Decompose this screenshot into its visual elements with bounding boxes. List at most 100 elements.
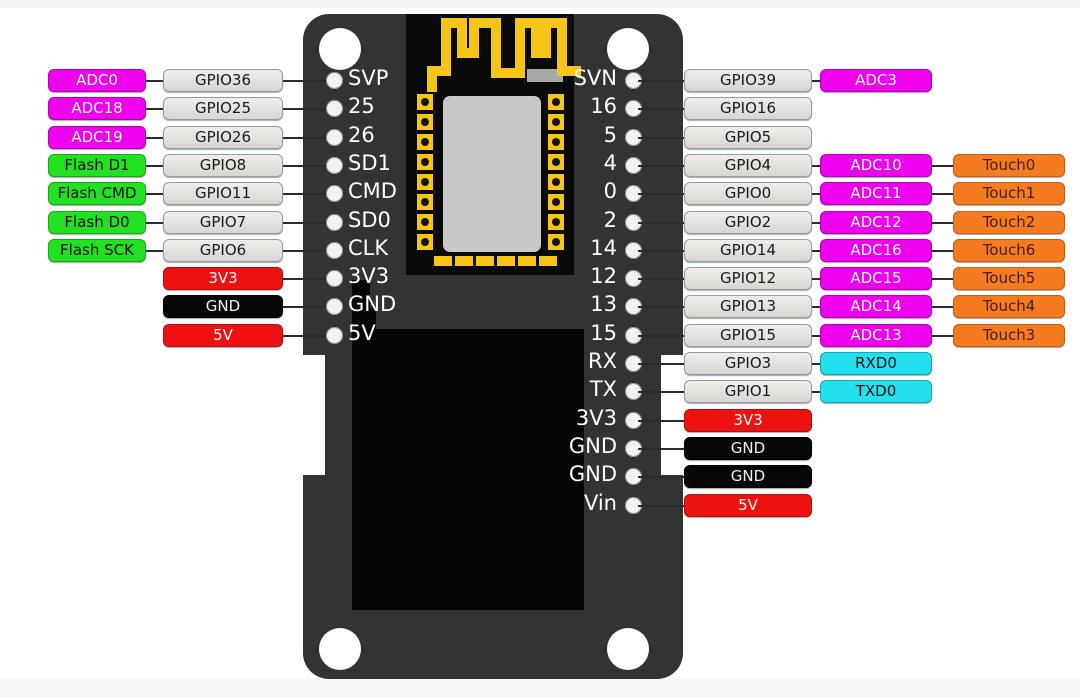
left-function-pill[interactable]: Flash SCK <box>48 239 146 262</box>
wire-pin-to-gpio <box>638 391 684 393</box>
left-function-pill[interactable]: Flash D0 <box>48 211 146 234</box>
right-gpio-pill[interactable]: GPIO12 <box>684 267 812 290</box>
right-touch-pill[interactable]: Touch6 <box>953 239 1065 262</box>
pin-header-dot-left[interactable] <box>326 129 343 146</box>
module-pad <box>417 214 433 230</box>
antenna-segment <box>457 48 479 58</box>
top-border-strip <box>0 0 1080 8</box>
bottom-border-strip <box>0 678 1080 697</box>
wire-func-to-gpio <box>146 222 163 224</box>
left-gpio-pill[interactable]: GPIO6 <box>163 239 283 262</box>
antenna-segment <box>531 18 541 48</box>
left-function-pill[interactable]: ADC0 <box>48 69 146 92</box>
left-function-pill[interactable]: Flash D1 <box>48 154 146 177</box>
right-gpio-pill[interactable]: GND <box>684 437 812 460</box>
pin-header-dot-left[interactable] <box>326 270 343 287</box>
wire-gpio-to-pin <box>283 250 330 252</box>
right-function-pill[interactable]: RXD0 <box>820 352 932 375</box>
right-function-pill[interactable]: ADC10 <box>820 154 932 177</box>
board-pin-label-left: SD1 <box>348 151 391 175</box>
left-gpio-pill[interactable]: GND <box>163 295 283 318</box>
antenna-segment <box>531 48 551 58</box>
right-gpio-pill[interactable]: GPIO39 <box>684 69 812 92</box>
mounting-hole-top-left <box>319 28 361 70</box>
right-function-pill[interactable]: ADC12 <box>820 211 932 234</box>
wire-func-to-touch <box>932 306 953 308</box>
board-pin-label-left: 3V3 <box>348 264 390 288</box>
antenna-segment <box>491 68 525 78</box>
right-gpio-pill[interactable]: GPIO16 <box>684 97 812 120</box>
pin-header-dot-left[interactable] <box>326 72 343 89</box>
pin-header-dot-left[interactable] <box>326 327 343 344</box>
right-gpio-pill[interactable]: GPIO13 <box>684 295 812 318</box>
wire-pin-to-gpio <box>638 165 684 167</box>
left-gpio-pill[interactable]: GPIO25 <box>163 97 283 120</box>
mounting-hole-bottom-right <box>607 628 649 670</box>
right-gpio-pill[interactable]: GND <box>684 465 812 488</box>
module-pad <box>548 194 564 210</box>
board-right-notch <box>661 355 683 475</box>
module-pad <box>548 154 564 170</box>
right-gpio-pill[interactable]: 3V3 <box>684 409 812 432</box>
right-gpio-pill[interactable]: GPIO4 <box>684 154 812 177</box>
right-function-pill[interactable]: TXD0 <box>820 380 932 403</box>
wire-gpio-to-pin <box>283 278 330 280</box>
right-gpio-pill[interactable]: GPIO5 <box>684 126 812 149</box>
right-gpio-pill[interactable]: GPIO2 <box>684 211 812 234</box>
antenna-segment <box>457 18 467 48</box>
pin-header-dot-left[interactable] <box>326 242 343 259</box>
right-function-pill[interactable]: ADC15 <box>820 267 932 290</box>
mounting-hole-top-right <box>607 28 649 70</box>
wire-func-to-touch <box>932 222 953 224</box>
pin-header-dot-left[interactable] <box>326 100 343 117</box>
right-touch-pill[interactable]: Touch3 <box>953 324 1065 347</box>
wire-func-to-gpio <box>146 80 163 82</box>
wire-pin-to-gpio <box>638 306 684 308</box>
right-touch-pill[interactable]: Touch2 <box>953 211 1065 234</box>
left-gpio-pill[interactable]: GPIO8 <box>163 154 283 177</box>
left-gpio-pill[interactable]: 3V3 <box>163 267 283 290</box>
left-gpio-pill[interactable]: GPIO36 <box>163 69 283 92</box>
pin-header-dot-left[interactable] <box>326 157 343 174</box>
right-touch-pill[interactable]: Touch4 <box>953 295 1065 318</box>
pin-header-dot-left[interactable] <box>326 185 343 202</box>
pin-header-dot-left[interactable] <box>326 298 343 315</box>
right-gpio-pill[interactable]: GPIO1 <box>684 380 812 403</box>
right-gpio-pill[interactable]: 5V <box>684 494 812 517</box>
pin-header-dot-left[interactable] <box>326 214 343 231</box>
wire-pin-to-gpio <box>638 193 684 195</box>
right-gpio-pill[interactable]: GPIO14 <box>684 239 812 262</box>
module-pad <box>548 234 564 250</box>
left-gpio-pill[interactable]: GPIO11 <box>163 182 283 205</box>
module-pad <box>417 194 433 210</box>
right-gpio-pill[interactable]: GPIO3 <box>684 352 812 375</box>
module-pad <box>417 94 433 110</box>
left-function-pill[interactable]: Flash CMD <box>48 182 146 205</box>
left-gpio-pill[interactable]: 5V <box>163 324 283 347</box>
module-pad <box>548 214 564 230</box>
board-pin-label-left: SVP <box>348 66 389 90</box>
left-function-pill[interactable]: ADC19 <box>48 126 146 149</box>
board-pin-label-left: SD0 <box>348 208 391 232</box>
module-pad-bottom <box>434 256 452 266</box>
left-function-pill[interactable]: ADC18 <box>48 97 146 120</box>
module-pad <box>417 174 433 190</box>
left-gpio-pill[interactable]: GPIO26 <box>163 126 283 149</box>
right-touch-pill[interactable]: Touch5 <box>953 267 1065 290</box>
right-touch-pill[interactable]: Touch1 <box>953 182 1065 205</box>
right-gpio-pill[interactable]: GPIO15 <box>684 324 812 347</box>
right-function-pill[interactable]: ADC14 <box>820 295 932 318</box>
module-pad <box>548 114 564 130</box>
wire-gpio-to-func <box>812 193 820 195</box>
wire-gpio-to-pin <box>283 335 330 337</box>
wire-func-to-gpio <box>146 193 163 195</box>
board-pin-label-left: GND <box>348 292 397 316</box>
module-pad-bottom <box>518 256 536 266</box>
right-gpio-pill[interactable]: GPIO0 <box>684 182 812 205</box>
right-function-pill[interactable]: ADC16 <box>820 239 932 262</box>
left-gpio-pill[interactable]: GPIO7 <box>163 211 283 234</box>
right-function-pill[interactable]: ADC11 <box>820 182 932 205</box>
right-function-pill[interactable]: ADC13 <box>820 324 932 347</box>
right-touch-pill[interactable]: Touch0 <box>953 154 1065 177</box>
right-function-pill[interactable]: ADC3 <box>820 69 932 92</box>
